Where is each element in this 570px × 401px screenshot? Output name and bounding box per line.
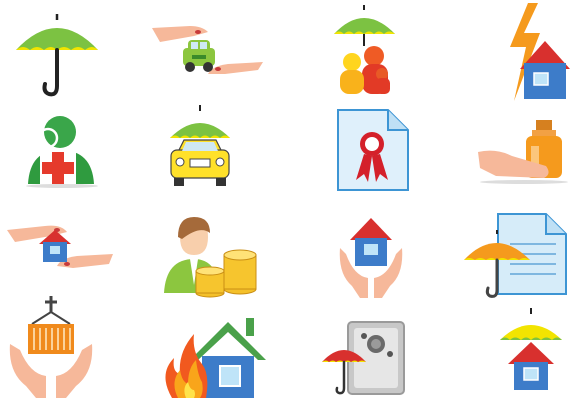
hands-house-icon — [5, 218, 115, 278]
person-medical-cross-icon — [22, 110, 102, 188]
lightning-house-icon — [500, 3, 570, 103]
umbrella-document-icon — [460, 210, 570, 302]
hand-medicine-bottle-icon — [476, 118, 570, 188]
certificate-ribbon-icon — [334, 106, 414, 192]
umbrella-icon — [12, 10, 102, 100]
umbrella-house-icon — [498, 306, 564, 394]
person-coins-icon — [160, 215, 268, 299]
fire-house-icon — [158, 312, 268, 400]
hands-holding-house-icon — [336, 214, 406, 300]
hands-car-icon — [150, 22, 265, 87]
umbrella-safe-icon — [320, 318, 406, 398]
hands-cargo-icon — [8, 296, 94, 400]
umbrella-family-icon — [332, 4, 397, 98]
umbrella-taxi-icon — [168, 104, 232, 188]
